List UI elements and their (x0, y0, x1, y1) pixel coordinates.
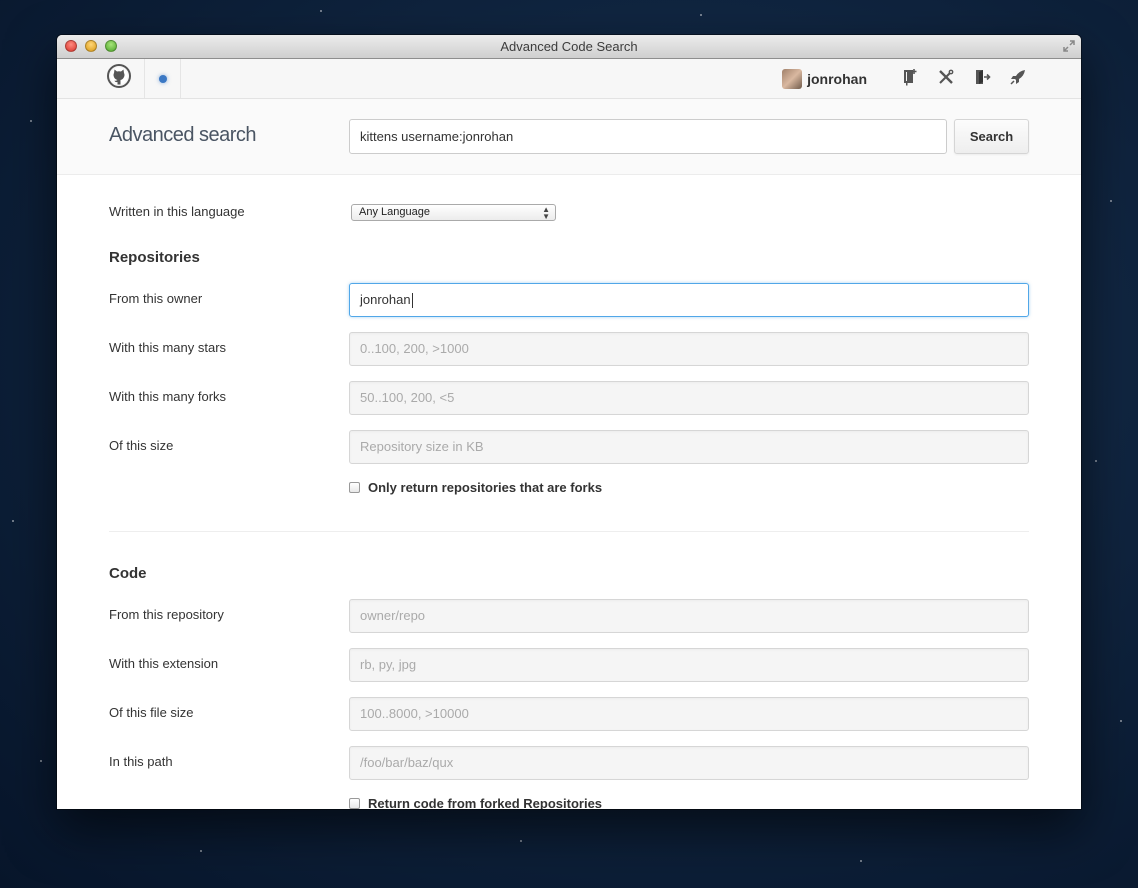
top-navigation: jonrohan (57, 59, 1081, 99)
app-window: Advanced Code Search jonrohan Advanced s… (57, 35, 1081, 809)
owner-input[interactable]: jonrohan (349, 283, 1029, 317)
avatar (782, 69, 803, 89)
zoom-window-button[interactable] (105, 40, 117, 52)
deploy-button[interactable] (1007, 68, 1029, 90)
stars-input[interactable]: 0..100, 200, >1000 (349, 332, 1029, 366)
main-search-input[interactable]: kittens username:jonrohan (349, 119, 947, 154)
file-size-label: Of this file size (109, 705, 194, 720)
select-arrows-icon: ▲ ▼ (542, 205, 550, 221)
minimize-window-button[interactable] (85, 40, 97, 52)
stars-label: With this many stars (109, 340, 227, 355)
owner-input-value: jonrohan (360, 292, 411, 307)
owner-label: From this owner (109, 291, 203, 306)
new-repo-button[interactable] (899, 68, 921, 90)
forked-code-checkbox[interactable] (349, 798, 360, 809)
language-label: Written in this language (109, 204, 245, 219)
repositories-heading: Repositories (109, 249, 200, 266)
github-logo-link[interactable] (87, 59, 145, 98)
code-heading: Code (109, 565, 147, 582)
sign-out-button[interactable] (971, 68, 993, 90)
search-button[interactable]: Search (954, 119, 1029, 154)
size-input[interactable]: Repository size in KB (349, 430, 1029, 464)
rocket-icon (1009, 68, 1027, 91)
fullscreen-icon[interactable] (1062, 39, 1076, 53)
search-header: Advanced search kittens username:jonroha… (57, 99, 1081, 175)
repository-label: From this repository (109, 607, 224, 622)
settings-tools-icon (937, 68, 955, 91)
text-caret (411, 293, 413, 309)
forks-label: With this many forks (109, 389, 227, 404)
title-bar: Advanced Code Search (57, 35, 1081, 59)
settings-button[interactable] (935, 68, 957, 90)
forks-input[interactable]: 50..100, 200, <5 (349, 381, 1029, 415)
section-divider (109, 531, 1029, 532)
forks-only-checkbox[interactable] (349, 482, 360, 493)
path-label: In this path (109, 754, 173, 769)
file-size-input[interactable]: 100..8000, >10000 (349, 697, 1029, 731)
extension-label: With this extension (109, 656, 219, 671)
repository-input[interactable]: owner/repo (349, 599, 1029, 633)
sign-out-icon (973, 68, 991, 91)
user-profile-link[interactable]: jonrohan (782, 69, 867, 89)
notifications-button[interactable] (145, 59, 181, 98)
extension-input[interactable]: rb, py, jpg (349, 648, 1029, 682)
language-select-value: Any Language (359, 206, 430, 218)
forks-only-checkbox-row[interactable]: Only return repositories that are forks (349, 480, 602, 495)
window-title: Advanced Code Search (500, 39, 638, 54)
username: jonrohan (807, 71, 867, 87)
forks-only-label: Only return repositories that are forks (368, 480, 603, 495)
language-select[interactable]: Any Language ▲ ▼ (351, 204, 556, 221)
page-title: Advanced search (109, 124, 257, 146)
close-window-button[interactable] (65, 40, 77, 52)
window-controls (65, 40, 117, 52)
forked-code-checkbox-row[interactable]: Return code from forked Repositories (349, 796, 602, 809)
github-octocat-icon (107, 64, 131, 93)
new-repo-icon (901, 68, 919, 91)
forked-code-label: Return code from forked Repositories (368, 796, 603, 809)
path-input[interactable]: /foo/bar/baz/qux (349, 746, 1029, 780)
notification-dot-icon (158, 74, 167, 83)
size-label: Of this size (109, 438, 174, 453)
